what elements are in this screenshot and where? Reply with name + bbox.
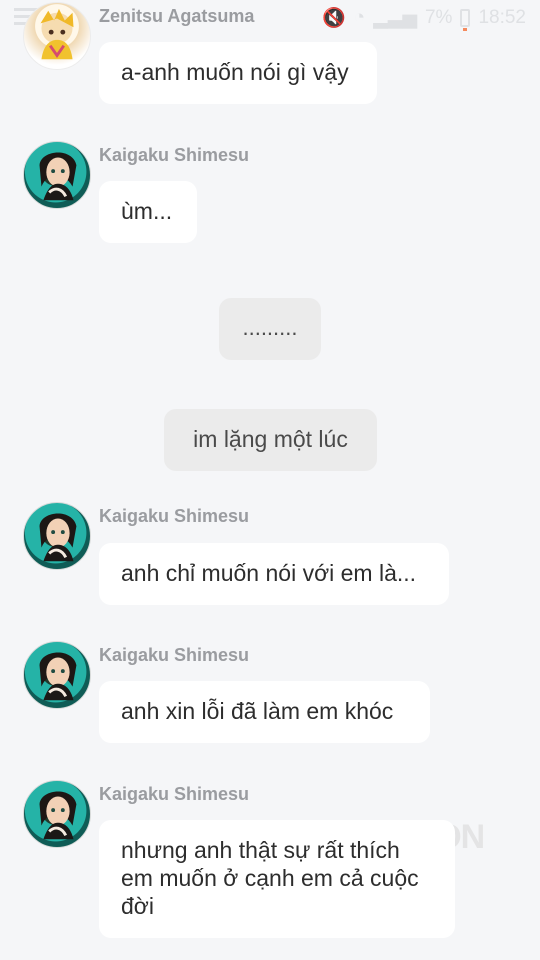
message-bubble[interactable]: anh xin lỗi đã làm em khóc (99, 681, 430, 743)
message-bubble[interactable]: nhưng anh thật sự rất thích em muốn ở cạ… (99, 820, 455, 938)
sender-name: Kaigaku Shimesu (99, 145, 250, 165)
sender-name: Kaigaku Shimesu (99, 506, 250, 526)
kaigaku-avatar[interactable] (23, 780, 91, 848)
sender-name: Kaigaku Shimesu (99, 645, 250, 665)
zenitsu-avatar[interactable] (23, 2, 91, 70)
message-bubble[interactable]: ùm... (99, 181, 197, 243)
system-message: ......... (219, 298, 321, 360)
chat-container[interactable]: Zenitsu Agatsuma a-anh muốn nói gì vậy K… (0, 0, 540, 960)
kaigaku-avatar[interactable] (23, 141, 91, 209)
message-bubble[interactable]: anh chỉ muốn nói với em là... (99, 543, 449, 605)
message-bubble[interactable]: a-anh muốn nói gì vậy (99, 42, 377, 104)
sender-name: Kaigaku Shimesu (99, 784, 250, 804)
kaigaku-avatar[interactable] (23, 641, 91, 709)
system-message: im lặng một lúc (164, 409, 377, 471)
sender-name: Zenitsu Agatsuma (99, 6, 255, 26)
kaigaku-avatar[interactable] (23, 502, 91, 570)
